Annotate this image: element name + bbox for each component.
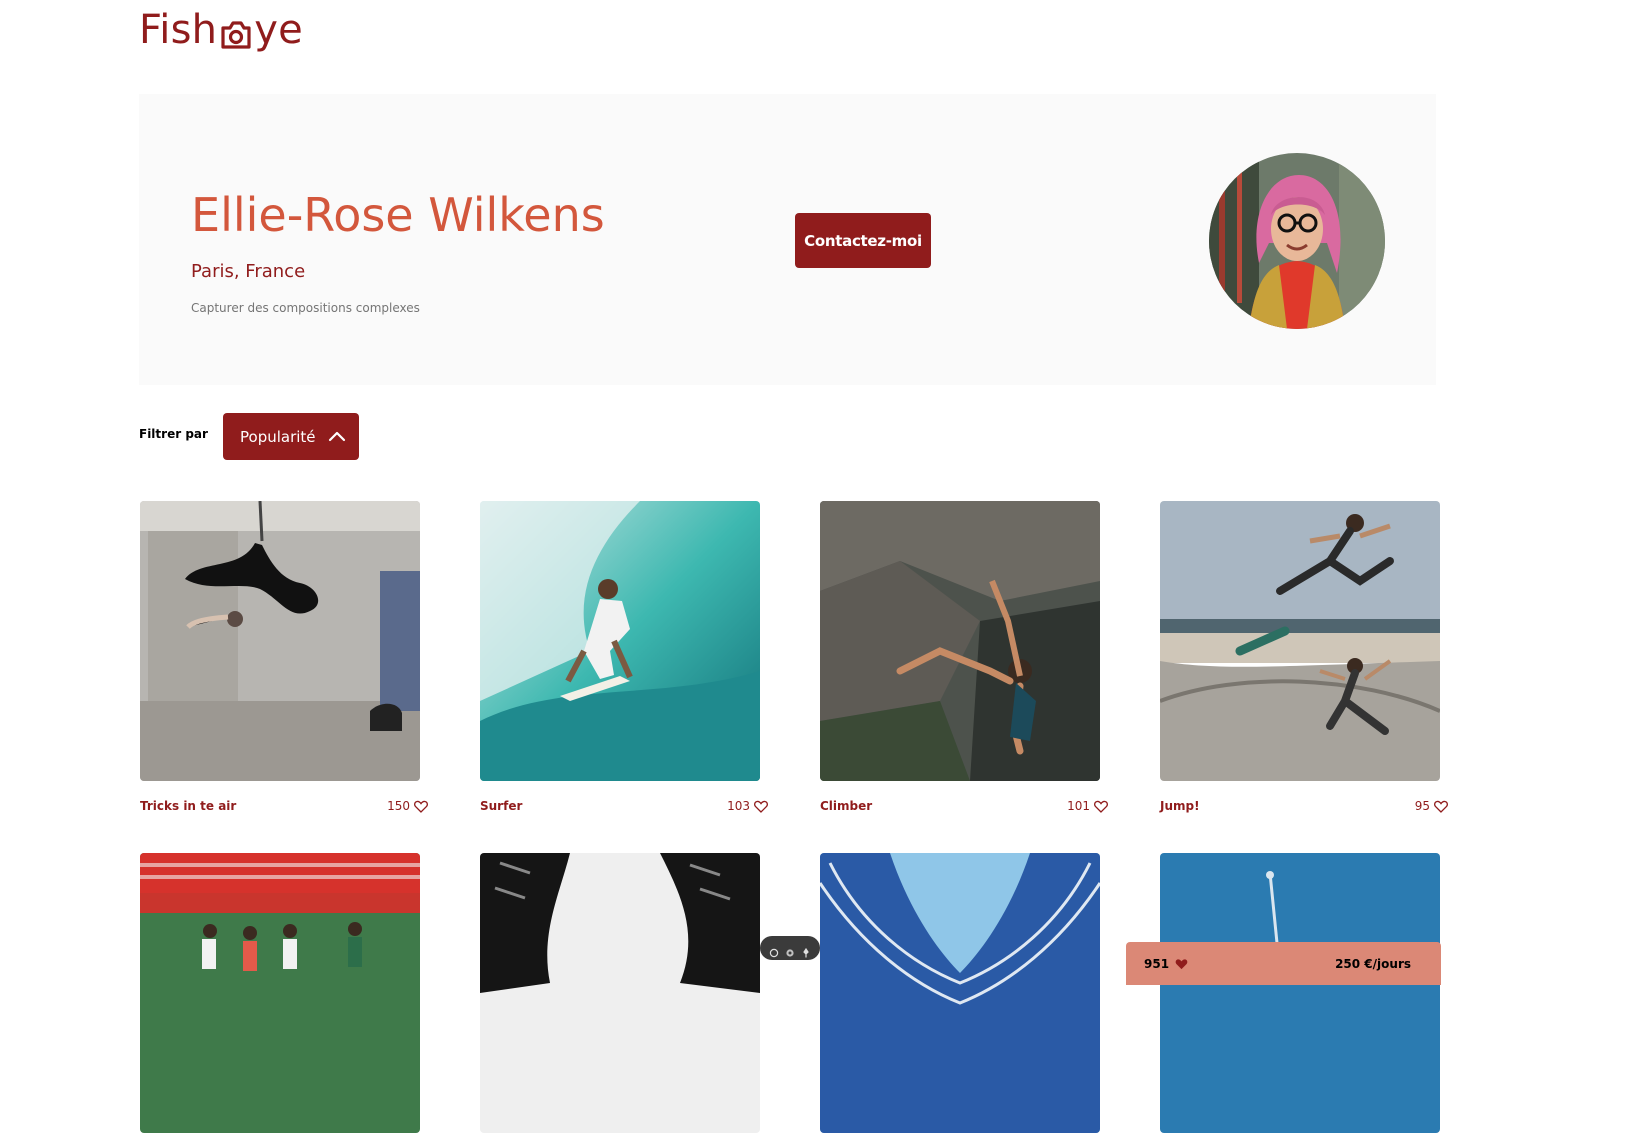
media-card[interactable]: Tricks in te air 150 [140, 501, 428, 813]
total-likes: 951 [1144, 957, 1188, 971]
media-title: Jump! [1160, 799, 1200, 813]
likes-count: 101 [1067, 799, 1090, 813]
media-likes[interactable]: 150 [387, 799, 428, 813]
media-likes[interactable]: 103 [727, 799, 768, 813]
heart-outline-icon[interactable] [414, 800, 428, 813]
media-card[interactable] [820, 853, 1108, 1133]
camera-icon [221, 21, 251, 49]
eye-icon[interactable] [785, 943, 795, 957]
media-card[interactable] [1160, 853, 1448, 1133]
likes-count: 150 [387, 799, 410, 813]
photographer-tagline: Capturer des compositions complexes [191, 301, 420, 315]
media-card[interactable]: Surfer 103 [480, 501, 768, 813]
media-likes[interactable]: 95 [1415, 799, 1448, 813]
media-card-meta: Surfer 103 [480, 799, 768, 817]
media-title: Tricks in te air [140, 799, 237, 813]
daily-price: 250 €/jours [1335, 956, 1411, 971]
media-card[interactable]: Climber 101 [820, 501, 1108, 813]
media-image[interactable] [1160, 501, 1440, 781]
heart-outline-icon[interactable] [1094, 800, 1108, 813]
media-likes[interactable]: 101 [1067, 799, 1108, 813]
media-image[interactable] [480, 501, 760, 781]
contact-button[interactable]: Contactez-moi [795, 213, 931, 268]
photographer-location: Paris, France [191, 261, 306, 282]
avatar-portrait-image [1209, 153, 1385, 329]
sort-dropdown[interactable]: Popularité [223, 413, 359, 460]
heart-outline-icon[interactable] [1434, 800, 1448, 813]
floating-toolbar[interactable] [760, 936, 820, 960]
media-image[interactable] [140, 501, 420, 781]
likes-count: 95 [1414, 799, 1430, 813]
media-card[interactable]: Jump! 95 [1160, 501, 1448, 813]
total-likes-count: 951 [1144, 956, 1170, 971]
media-image[interactable] [480, 853, 760, 1133]
media-title: Climber [820, 799, 873, 813]
filter-label: Filtrer par [139, 427, 208, 441]
media-card-meta: Climber 101 [820, 799, 1108, 817]
logo-text-left: Fish [139, 7, 218, 53]
fisheye-logo[interactable]: Fish ye [139, 6, 303, 54]
media-card-meta: Jump! 95 [1160, 799, 1448, 817]
media-image[interactable] [820, 853, 1100, 1133]
comment-icon[interactable] [769, 943, 779, 958]
media-card-meta: Tricks in te air 150 [140, 799, 428, 817]
photographer-avatar [1209, 153, 1385, 329]
photographer-stats-bar: 951 250 €/jours [1126, 942, 1441, 985]
media-image[interactable] [1160, 853, 1440, 1133]
sort-dropdown-value: Popularité [240, 427, 316, 446]
media-card[interactable] [140, 853, 428, 1133]
chevron-up-icon [328, 431, 346, 442]
media-image[interactable] [820, 501, 1100, 781]
heart-filled-icon [1175, 958, 1188, 969]
pin-icon[interactable] [801, 943, 811, 958]
photographer-header: Ellie-Rose Wilkens Paris, France Capture… [139, 94, 1436, 385]
media-image[interactable] [140, 853, 420, 1133]
media-title: Surfer [480, 799, 523, 813]
media-card[interactable] [480, 853, 768, 1133]
likes-count: 103 [727, 799, 750, 813]
logo-text-right: ye [254, 7, 303, 53]
heart-outline-icon[interactable] [754, 800, 768, 813]
photographer-name: Ellie-Rose Wilkens [191, 188, 605, 242]
